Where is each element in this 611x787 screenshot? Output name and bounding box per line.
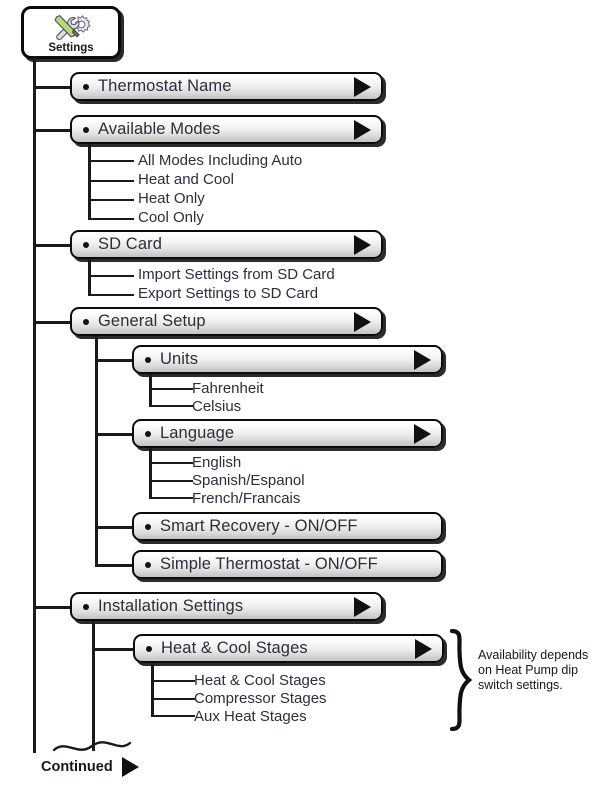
leaf-all-modes-including-auto[interactable]: All Modes Including Auto [138, 152, 302, 169]
connector-units [95, 359, 135, 362]
leaf-heat-and-cool[interactable]: Heat and Cool [138, 171, 234, 188]
leaf-connector [88, 294, 134, 296]
connector-thermostat-name [33, 86, 73, 89]
continued-footer[interactable]: Continued [41, 757, 139, 777]
node-label: Heat & Cool Stages [161, 639, 308, 657]
leaf-fahrenheit[interactable]: Fahrenheit [192, 380, 264, 397]
connector-sd-card [33, 244, 73, 247]
subtrunk-language [149, 448, 152, 498]
node-label: SD Card [98, 235, 162, 253]
leaf-connector [88, 180, 134, 182]
bullet-icon [145, 357, 151, 363]
leaf-heat-and-cool-stages[interactable]: Heat & Cool Stages [194, 672, 326, 689]
connector-available-modes [33, 129, 73, 132]
node-label: Installation Settings [98, 597, 244, 615]
annotation-brace-icon [448, 628, 474, 736]
bullet-icon [83, 242, 89, 248]
bullet-icon [83, 84, 89, 90]
leaf-connector [88, 218, 134, 220]
leaf-spanish-espanol[interactable]: Spanish/Espanol [192, 472, 305, 489]
leaf-aux-heat-stages[interactable]: Aux Heat Stages [194, 708, 307, 725]
leaf-connector [149, 405, 193, 407]
node-language[interactable]: Language [132, 419, 443, 448]
node-label: Language [160, 424, 235, 442]
chevron-right-icon[interactable] [121, 757, 139, 777]
leaf-connector [149, 388, 193, 390]
node-label: Simple Thermostat - ON/OFF [160, 555, 378, 573]
node-general-setup[interactable]: General Setup [70, 307, 383, 336]
subtrunk-sd-card [88, 259, 91, 296]
node-sd-card[interactable]: SD Card [70, 230, 383, 259]
chevron-right-icon[interactable] [414, 423, 431, 444]
leaf-connector [151, 715, 195, 717]
leaf-connector [88, 199, 134, 201]
node-label: Thermostat Name [98, 77, 232, 95]
leaf-connector [88, 275, 134, 277]
subtrunk-general-setup [95, 336, 98, 566]
chevron-right-icon[interactable] [354, 76, 371, 97]
leaf-compressor-stages[interactable]: Compressor Stages [194, 690, 327, 707]
bullet-icon [83, 604, 89, 610]
leaf-export-settings-to-sd-card[interactable]: Export Settings to SD Card [138, 285, 318, 302]
leaf-import-settings-from-sd-card[interactable]: Import Settings from SD Card [138, 266, 335, 283]
connector-smart-recovery [95, 526, 135, 529]
node-label: General Setup [98, 312, 206, 330]
node-installation-settings[interactable]: Installation Settings [70, 592, 383, 621]
leaf-connector [151, 680, 195, 682]
chevron-right-icon[interactable] [354, 596, 371, 617]
bullet-icon [83, 127, 89, 133]
continued-label: Continued [41, 759, 113, 775]
subtrunk-units [149, 374, 152, 407]
connector-installation-settings [33, 606, 73, 609]
chevron-right-icon[interactable] [414, 349, 431, 370]
node-label: Units [160, 350, 199, 368]
node-available-modes[interactable]: Available Modes [70, 115, 383, 144]
settings-root-node[interactable]: Settings [21, 6, 121, 59]
leaf-connector [149, 462, 193, 464]
chevron-right-icon[interactable] [415, 638, 432, 659]
subtrunk-heat-cool-stages [151, 663, 154, 716]
connector-simple-thermostat [95, 564, 135, 567]
leaf-connector [149, 497, 193, 499]
connector-general-setup [33, 321, 73, 324]
node-heat-and-cool-stages[interactable]: Heat & Cool Stages [133, 634, 444, 663]
leaf-english[interactable]: English [192, 454, 241, 471]
availability-note: Availability depends on Heat Pump dip sw… [478, 648, 588, 693]
leaf-connector [149, 480, 193, 482]
bullet-icon [145, 524, 151, 530]
bullet-icon [145, 431, 151, 437]
node-simple-thermostat[interactable]: Simple Thermostat - ON/OFF [132, 550, 443, 579]
availability-note-line1: Availability depends [478, 648, 589, 662]
chevron-right-icon[interactable] [354, 311, 371, 332]
bullet-icon [83, 319, 89, 325]
bullet-icon [145, 562, 151, 568]
chevron-right-icon[interactable] [354, 119, 371, 140]
settings-root-label: Settings [48, 42, 94, 54]
leaf-french-francais[interactable]: French/Francais [192, 490, 300, 507]
availability-note-line3: switch settings. [478, 678, 563, 692]
node-label: Available Modes [98, 120, 221, 138]
leaf-connector [151, 698, 195, 700]
subtrunk-installation-settings [92, 621, 95, 751]
trunk-main [33, 56, 36, 753]
node-thermostat-name[interactable]: Thermostat Name [70, 72, 383, 101]
subtrunk-available-modes [88, 144, 91, 220]
node-units[interactable]: Units [132, 345, 443, 374]
chevron-right-icon[interactable] [354, 234, 371, 255]
node-label: Smart Recovery - ON/OFF [160, 517, 358, 535]
leaf-connector [88, 160, 134, 162]
tools-icon [48, 11, 94, 43]
connector-heat-cool-stages [92, 648, 136, 651]
leaf-cool-only[interactable]: Cool Only [138, 209, 204, 226]
bullet-icon [146, 646, 152, 652]
leaf-celsius[interactable]: Celsius [192, 398, 241, 415]
node-smart-recovery[interactable]: Smart Recovery - ON/OFF [132, 512, 443, 541]
leaf-heat-only[interactable]: Heat Only [138, 190, 205, 207]
connector-language [95, 433, 135, 436]
availability-note-line2: on Heat Pump dip [478, 663, 579, 677]
